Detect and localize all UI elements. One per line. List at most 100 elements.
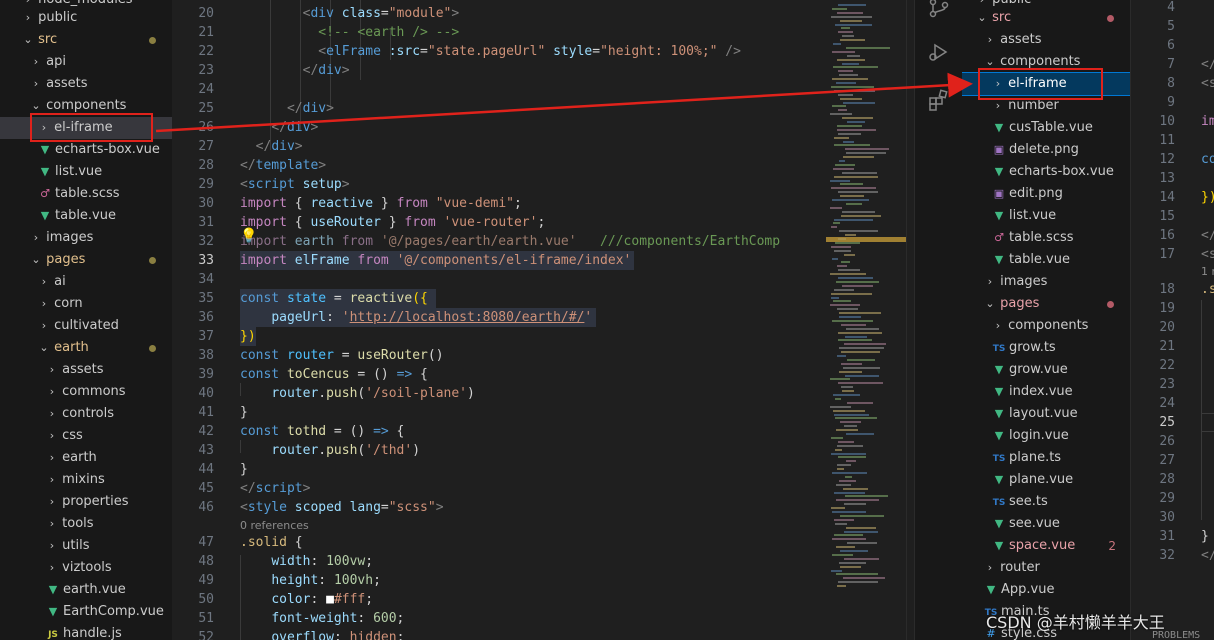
left_tree-item-css[interactable]: › css bbox=[0, 425, 172, 447]
minimap-line bbox=[843, 156, 874, 159]
code-line[interactable]: <div class="module"> bbox=[240, 4, 460, 23]
code-line[interactable]: </div> bbox=[240, 61, 350, 80]
right_tree-item-login-vue[interactable]: ▼ login.vue bbox=[962, 425, 1130, 447]
code-line[interactable]: const toCencus = () => { bbox=[240, 365, 428, 384]
code-line[interactable]: </div> bbox=[240, 99, 334, 118]
right_tree-item-space-vue[interactable]: ▼ space.vue 2 bbox=[962, 535, 1130, 557]
code-line[interactable]: <style scoped lang="scss"> bbox=[240, 498, 444, 517]
code-line[interactable]: </div> bbox=[240, 137, 303, 156]
code-line[interactable]: import { useRouter } from 'vue-router'; bbox=[240, 213, 545, 232]
code-line[interactable]: import earth from '@/pages/earth/earth.v… bbox=[240, 232, 780, 251]
code-line[interactable]: const tothd = () => { bbox=[240, 422, 404, 441]
right_tree-item-grow-vue[interactable]: ▼ grow.vue bbox=[962, 359, 1130, 381]
code-line[interactable]: const state = reactive({ bbox=[240, 289, 428, 308]
right_tree-item-router[interactable]: › router bbox=[962, 557, 1130, 579]
left_tree-item-list-vue[interactable]: ▼ list.vue bbox=[0, 161, 172, 183]
code-line[interactable]: </script> bbox=[240, 479, 310, 498]
left_tree-item-assets[interactable]: › assets bbox=[0, 73, 172, 95]
code-line[interactable]: const router = useRouter() bbox=[240, 346, 444, 365]
code-line[interactable]: </div> bbox=[240, 118, 318, 137]
code-line[interactable]: import elFrame from '@/components/el-ifr… bbox=[240, 251, 631, 270]
right_tree-item-delete-png[interactable]: ▣ delete.png bbox=[962, 139, 1130, 161]
code-line[interactable]: import { reactive } from "vue-demi"; bbox=[240, 194, 522, 213]
code-line[interactable]: overflow: hidden; bbox=[240, 628, 404, 640]
tree-item-label: images bbox=[1000, 274, 1048, 289]
left_tree-item-corn[interactable]: › corn bbox=[0, 293, 172, 315]
right_tree-item-table-vue[interactable]: ▼ table.vue bbox=[962, 249, 1130, 271]
code-line[interactable]: font-weight: 600; bbox=[240, 609, 404, 628]
left_tree-item-utils[interactable]: › utils bbox=[0, 535, 172, 557]
right_tree-item-images[interactable]: › images bbox=[962, 271, 1130, 293]
left_tree-item-earthcomp-vue[interactable]: ▼ EarthComp.vue bbox=[0, 601, 172, 623]
left_tree-item-assets[interactable]: › assets bbox=[0, 359, 172, 381]
right_tree-item-index-vue[interactable]: ▼ index.vue bbox=[962, 381, 1130, 403]
code-line[interactable]: <!-- <earth /> --> bbox=[240, 23, 459, 42]
references-codelens[interactable]: 1 r bbox=[1201, 264, 1214, 280]
left_tree-item-viztools[interactable]: › viztools bbox=[0, 557, 172, 579]
left_tree-item-src[interactable]: ⌄ src bbox=[0, 29, 172, 51]
extensions-icon[interactable] bbox=[927, 88, 951, 112]
left_tree-item-earth[interactable]: › earth bbox=[0, 447, 172, 469]
code-line[interactable]: color: ■#fff; bbox=[240, 590, 373, 609]
code-line[interactable]: router.push('/thd') bbox=[240, 441, 420, 460]
left_tree-item-commons[interactable]: › commons bbox=[0, 381, 172, 403]
code-line[interactable]: width: 100vw; bbox=[240, 552, 373, 571]
left_tree-item-table-vue[interactable]: ▼ table.vue bbox=[0, 205, 172, 227]
secondary-code-editor[interactable]: 4 5 6 7 8 9 10 11 12 13 14 15 16 17 18 19 20 21 22 23 24 25 26… bbox=[1130, 0, 1214, 640]
references-codelens[interactable]: 0 references bbox=[240, 518, 309, 534]
code-line[interactable]: </template> bbox=[240, 156, 326, 175]
right_tree-item-app-vue[interactable]: ▼ App.vue bbox=[962, 579, 1130, 601]
right_tree-item-plane-ts[interactable]: TS plane.ts bbox=[962, 447, 1130, 469]
left_tree-item-cultivated[interactable]: › cultivated bbox=[0, 315, 172, 337]
left_tree-item-tools[interactable]: › tools bbox=[0, 513, 172, 535]
left_tree-item-echarts-box-vue[interactable]: ▼ echarts-box.vue bbox=[0, 139, 172, 161]
minimap-line bbox=[838, 277, 873, 279]
code-line[interactable]: pageUrl: 'http://localhost:8080/earth/#/… bbox=[240, 308, 592, 327]
left_tree-item-earth-vue[interactable]: ▼ earth.vue bbox=[0, 579, 172, 601]
run-debug-icon[interactable] bbox=[927, 40, 951, 64]
left_tree-item-public[interactable]: › public bbox=[0, 7, 172, 29]
source-control-icon[interactable] bbox=[927, 0, 951, 20]
left_tree-item-images[interactable]: › images bbox=[0, 227, 172, 249]
left_tree-item-ai[interactable]: › ai bbox=[0, 271, 172, 293]
right_tree-item-layout-vue[interactable]: ▼ layout.vue bbox=[962, 403, 1130, 425]
editor-scrollbar[interactable] bbox=[906, 0, 914, 640]
tree-item-label: api bbox=[46, 54, 66, 69]
left_tree-item-earth[interactable]: ⌄ earth bbox=[0, 337, 172, 359]
code-line[interactable]: .solid { bbox=[240, 533, 303, 552]
code-line[interactable]: <elFrame :src="state.pageUrl" style="hei… bbox=[240, 42, 741, 61]
code-token: = bbox=[592, 44, 601, 59]
code-line[interactable]: } bbox=[240, 403, 248, 422]
right_tree-item-list-vue[interactable]: ▼ list.vue bbox=[962, 205, 1130, 227]
right_tree-item-see-ts[interactable]: TS see.ts bbox=[962, 491, 1130, 513]
left_tree-item-pages[interactable]: ⌄ pages bbox=[0, 249, 172, 271]
code-line[interactable]: <script setup> bbox=[240, 175, 350, 194]
left_tree-item-handle-js[interactable]: JS handle.js bbox=[0, 623, 172, 640]
right_tree-item-pages[interactable]: ⌄ pages bbox=[962, 293, 1130, 315]
lightbulb-icon[interactable]: 💡 bbox=[240, 228, 257, 244]
right_tree-item-see-vue[interactable]: ▼ see.vue bbox=[962, 513, 1130, 535]
problems-tab[interactable]: PROBLEMS bbox=[1152, 630, 1200, 640]
code-line[interactable]: } bbox=[240, 460, 248, 479]
right_tree-item-grow-ts[interactable]: TS grow.ts bbox=[962, 337, 1130, 359]
right_tree-item-components[interactable]: › components bbox=[962, 315, 1130, 337]
right_tree-item-echarts-box-vue[interactable]: ▼ echarts-box.vue bbox=[962, 161, 1130, 183]
left_tree-item-properties[interactable]: › properties bbox=[0, 491, 172, 513]
right_tree-item-plane-vue[interactable]: ▼ plane.vue bbox=[962, 469, 1130, 491]
right_tree-item-src[interactable]: ⌄ src bbox=[962, 7, 1130, 29]
left_tree-item-table-scss[interactable]: ♂ table.scss bbox=[0, 183, 172, 205]
right_tree-item-table-scss[interactable]: ♂ table.scss bbox=[962, 227, 1130, 249]
left_tree-item-controls[interactable]: › controls bbox=[0, 403, 172, 425]
minimap-line bbox=[831, 507, 845, 510]
code-line[interactable]: height: 100vh; bbox=[240, 571, 381, 590]
code-line[interactable]: }) bbox=[240, 327, 256, 346]
right_tree-item-assets[interactable]: › assets bbox=[962, 29, 1130, 51]
code-line[interactable]: router.push('/soil-plane') bbox=[240, 384, 475, 403]
right_tree-item-edit-png[interactable]: ▣ edit.png bbox=[962, 183, 1130, 205]
right_tree-item-custable-vue[interactable]: ▼ cusTable.vue bbox=[962, 117, 1130, 139]
left_tree-item-api[interactable]: › api bbox=[0, 51, 172, 73]
left_tree-item-mixins[interactable]: › mixins bbox=[0, 469, 172, 491]
code-editor[interactable]: 20 <div class="module"> 21 <!-- <earth />… bbox=[172, 0, 826, 640]
minimap[interactable] bbox=[826, 0, 906, 640]
